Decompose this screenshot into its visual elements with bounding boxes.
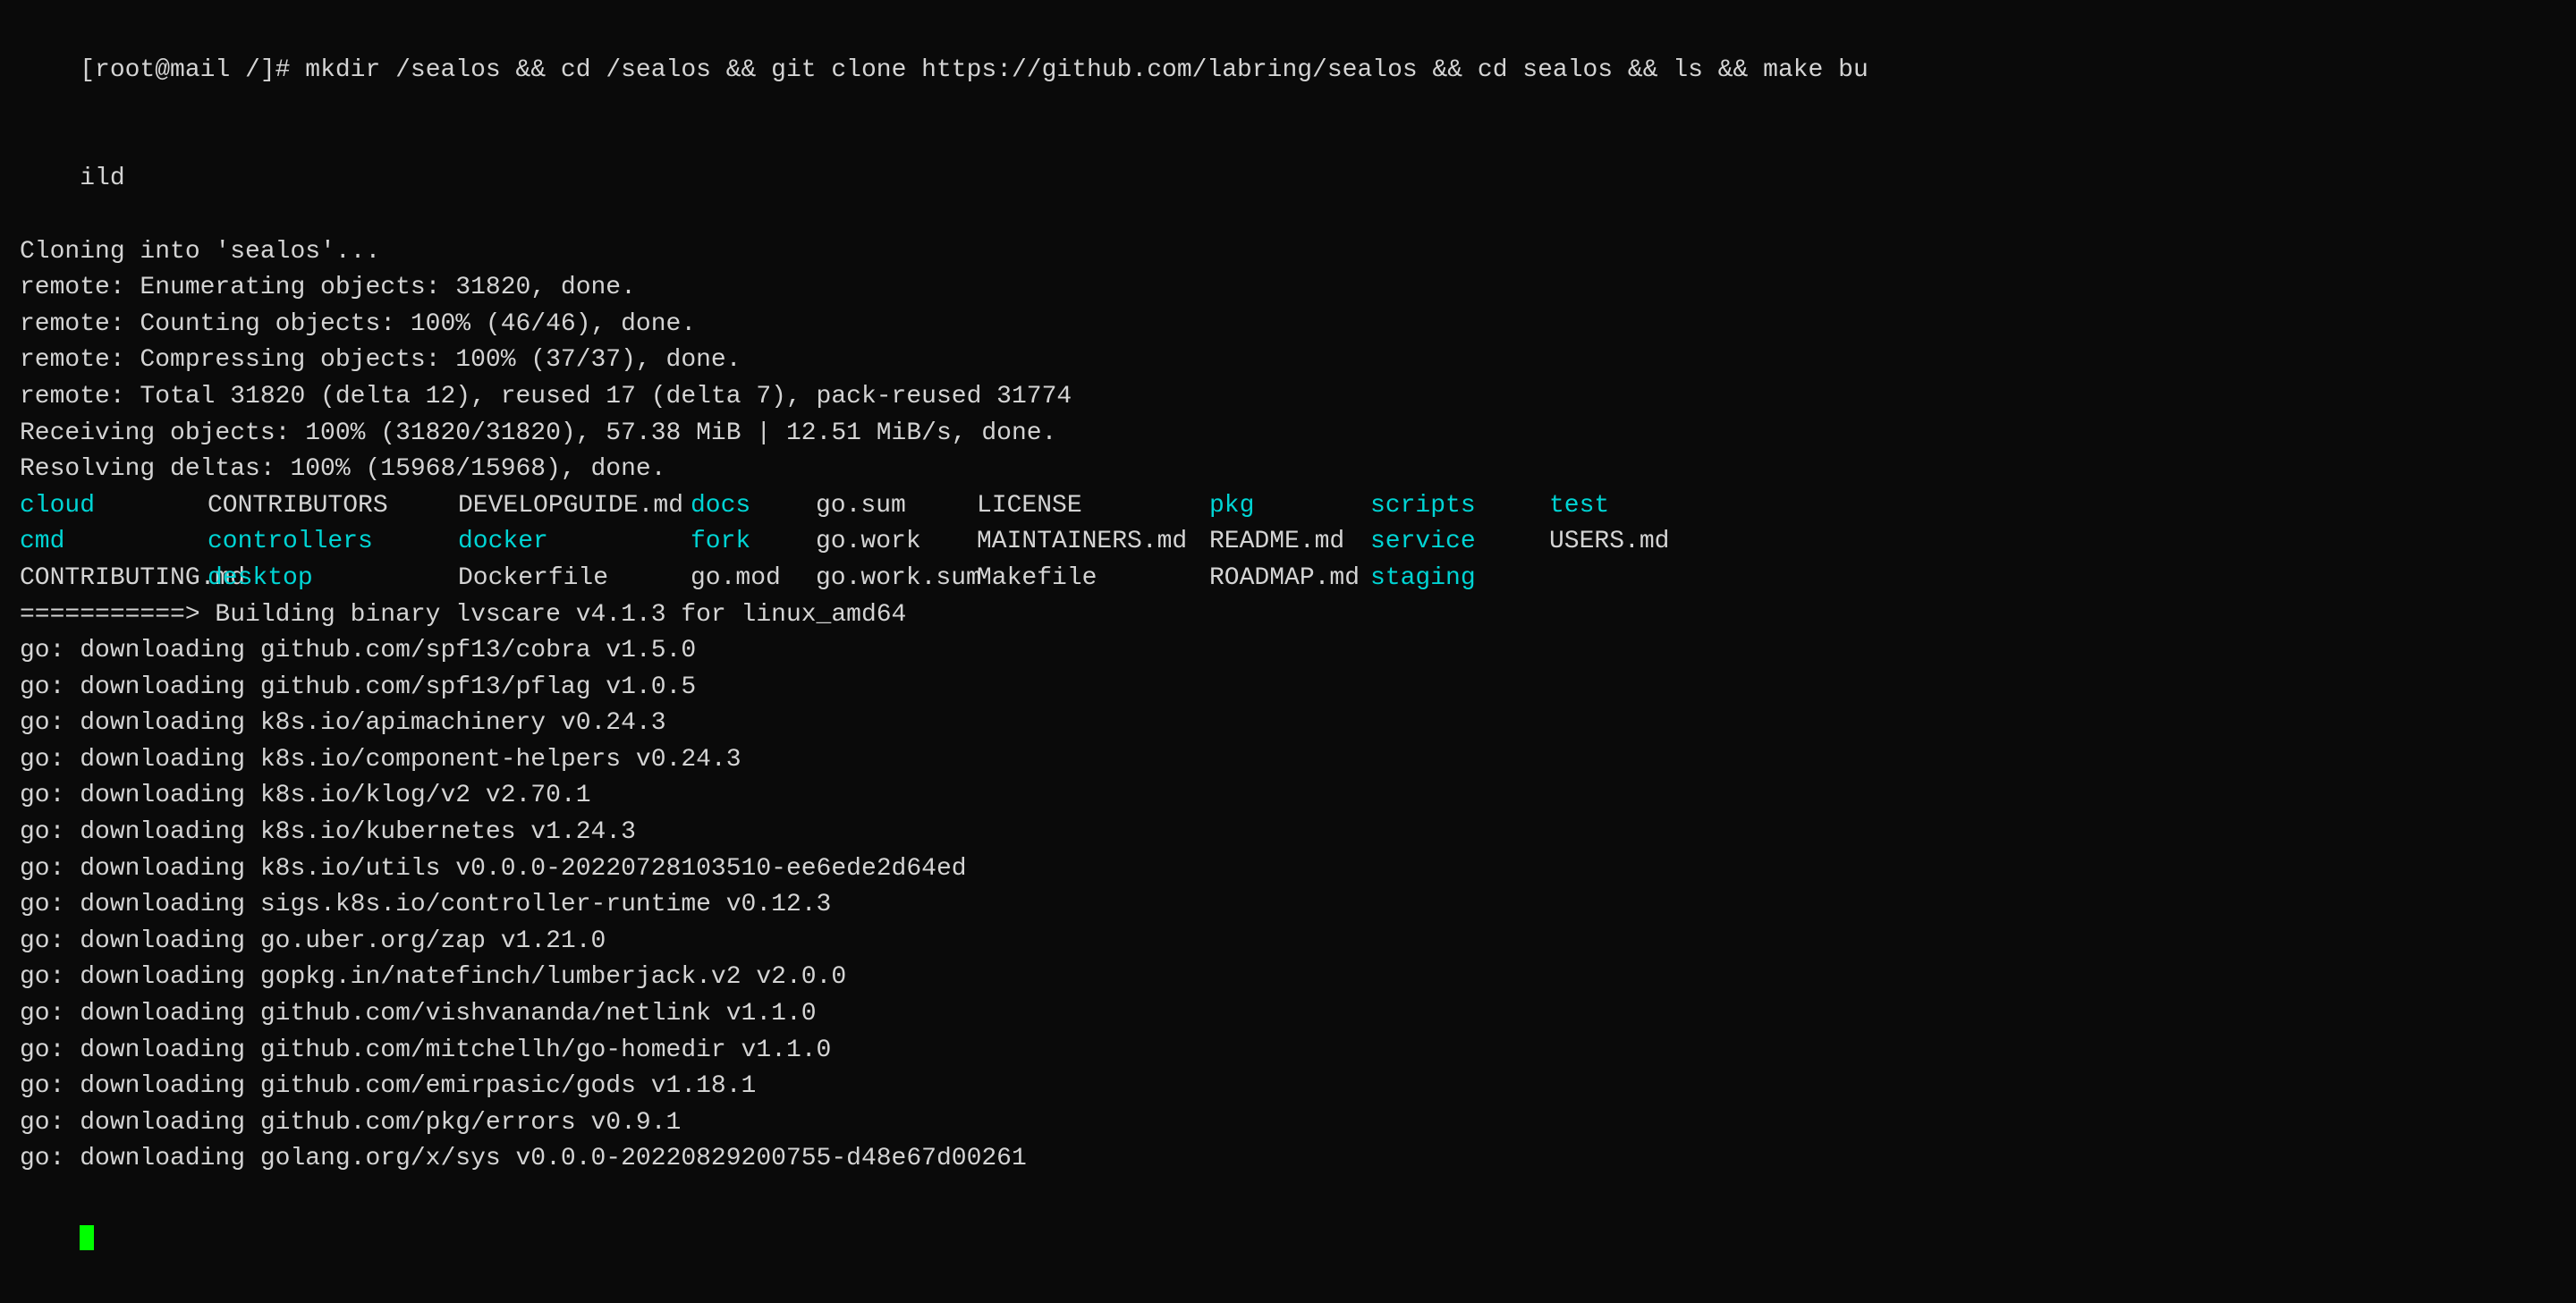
file-docs: docs (691, 488, 816, 525)
terminal-cursor (80, 1225, 94, 1250)
enum-line: remote: Enumerating objects: 31820, done… (20, 270, 2556, 307)
prompt: [root@mail /]# (80, 56, 290, 84)
go-dl-11: go: downloading github.com/mitchellh/go-… (20, 1033, 2556, 1070)
go-dl-5: go: downloading k8s.io/kubernetes v1.24.… (20, 815, 2556, 851)
go-dl-10: go: downloading github.com/vishvananda/n… (20, 996, 2556, 1033)
count-line: remote: Counting objects: 100% (46/46), … (20, 307, 2556, 343)
file-dockerfile: Dockerfile (458, 561, 691, 597)
file-listing-row3: CONTRIBUTING.md desktop Dockerfile go.mo… (20, 561, 2556, 597)
cursor-line (20, 1178, 2556, 1287)
file-cloud: cloud (20, 488, 208, 525)
file-makefile: Makefile (977, 561, 1209, 597)
go-dl-6: go: downloading k8s.io/utils v0.0.0-2022… (20, 851, 2556, 888)
file-gosum: go.sum (816, 488, 977, 525)
file-test: test (1549, 488, 1710, 525)
file-pkg: pkg (1209, 488, 1370, 525)
file-docker: docker (458, 524, 691, 561)
file-fork: fork (691, 524, 816, 561)
file-listing-row2: cmd controllers docker fork go.work MAIN… (20, 524, 2556, 561)
file-maintainers: MAINTAINERS.md (977, 524, 1209, 561)
compress-line: remote: Compressing objects: 100% (37/37… (20, 343, 2556, 379)
go-dl-9: go: downloading gopkg.in/natefinch/lumbe… (20, 960, 2556, 996)
file-license: LICENSE (977, 488, 1209, 525)
build-separator: ===========> Building binary lvscare v4.… (20, 597, 2556, 634)
command-line: [root@mail /]# mkdir /sealos && cd /seal… (20, 16, 2556, 125)
file-readme: README.md (1209, 524, 1370, 561)
go-dl-13: go: downloading github.com/pkg/errors v0… (20, 1105, 2556, 1142)
file-cmd: cmd (20, 524, 208, 561)
go-dl-3: go: downloading k8s.io/component-helpers… (20, 742, 2556, 779)
go-dl-4: go: downloading k8s.io/klog/v2 v2.70.1 (20, 778, 2556, 815)
command-cont: ild (20, 125, 2556, 234)
total-line: remote: Total 31820 (delta 12), reused 1… (20, 379, 2556, 416)
file-controllers: controllers (208, 524, 458, 561)
file-gomod: go.mod (691, 561, 816, 597)
file-users: USERS.md (1549, 524, 1710, 561)
go-dl-1: go: downloading github.com/spf13/pflag v… (20, 670, 2556, 706)
file-staging: staging (1370, 561, 1549, 597)
file-contributing: CONTRIBUTING.md (20, 561, 208, 597)
file-scripts: scripts (1370, 488, 1549, 525)
file-roadmap: ROADMAP.md (1209, 561, 1370, 597)
go-dl-14: go: downloading golang.org/x/sys v0.0.0-… (20, 1141, 2556, 1178)
file-contributors: CONTRIBUTORS (208, 488, 458, 525)
clone-line: Cloning into 'sealos'... (20, 234, 2556, 271)
file-listing-row1: cloud CONTRIBUTORS DEVELOPGUIDE.md docs … (20, 488, 2556, 525)
go-dl-2: go: downloading k8s.io/apimachinery v0.2… (20, 706, 2556, 742)
resolve-line: Resolving deltas: 100% (15968/15968), do… (20, 452, 2556, 488)
file-empty (1549, 561, 1710, 597)
terminal-window: [root@mail /]# mkdir /sealos && cd /seal… (20, 16, 2556, 1287)
file-goworksum: go.work.sum (816, 561, 977, 597)
go-dl-0: go: downloading github.com/spf13/cobra v… (20, 633, 2556, 670)
file-developguide: DEVELOPGUIDE.md (458, 488, 691, 525)
file-service: service (1370, 524, 1549, 561)
command: mkdir /sealos && cd /sealos && git clone… (290, 56, 1868, 84)
go-dl-8: go: downloading go.uber.org/zap v1.21.0 (20, 924, 2556, 960)
file-gowork: go.work (816, 524, 977, 561)
go-dl-7: go: downloading sigs.k8s.io/controller-r… (20, 887, 2556, 924)
file-desktop: desktop (208, 561, 458, 597)
receive-line: Receiving objects: 100% (31820/31820), 5… (20, 416, 2556, 453)
go-dl-12: go: downloading github.com/emirpasic/god… (20, 1069, 2556, 1105)
